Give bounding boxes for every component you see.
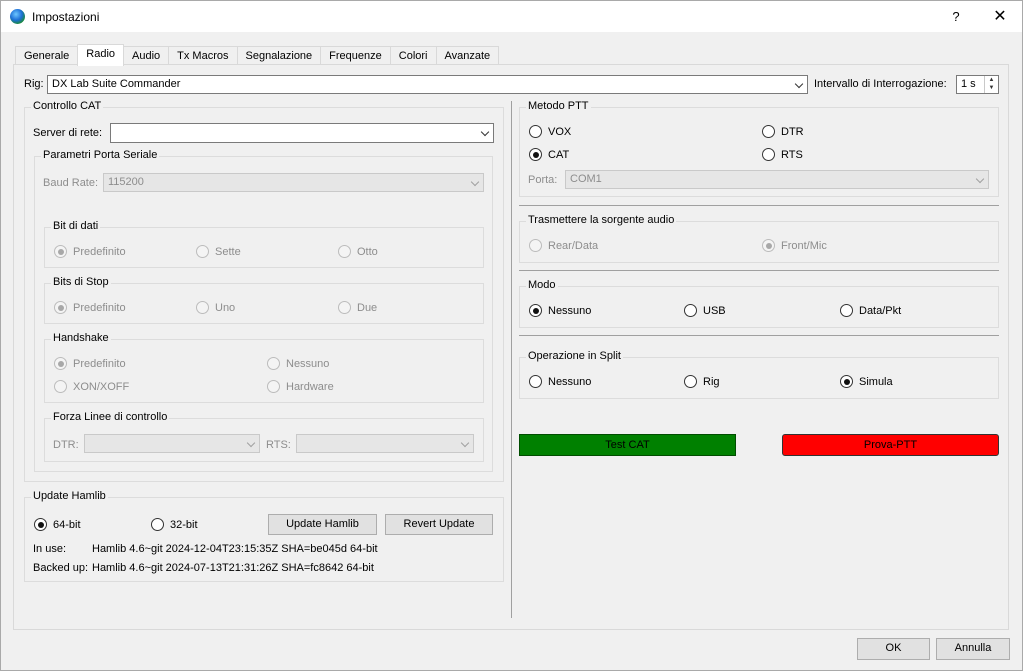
update-hamlib-button[interactable]: Update Hamlib	[268, 514, 377, 535]
window-title: Impostazioni	[32, 10, 100, 24]
spin-arrows[interactable]: ▲ ▼	[984, 76, 998, 93]
separator-3	[519, 335, 999, 336]
hamlib-64bit-radio[interactable]: 64-bit	[34, 518, 81, 531]
spin-down-icon[interactable]: ▼	[985, 84, 998, 92]
audio-rear-data-radio[interactable]: Rear/Data	[529, 239, 598, 252]
mode-usb-radio[interactable]: USB	[684, 304, 726, 317]
chevron-down-icon	[480, 124, 490, 141]
split-operation-title: Operazione in Split	[526, 350, 623, 362]
rig-value: DX Lab Suite Commander	[52, 78, 181, 90]
in-use-label: In use:	[33, 543, 67, 555]
rts-label: RTS:	[266, 439, 291, 451]
ptt-port-value: COM1	[570, 173, 602, 185]
title-bar: Impostazioni ? ✕	[1, 1, 1022, 32]
handshake-none-radio[interactable]: Nessuno	[267, 357, 329, 370]
network-server-combo[interactable]	[110, 123, 494, 143]
column-separator	[511, 101, 512, 618]
audio-front-mic-radio[interactable]: Front/Mic	[762, 239, 827, 252]
mode-data-pkt-radio[interactable]: Data/Pkt	[840, 304, 901, 317]
poll-interval-label: Intervallo di Interrogazione:	[814, 78, 947, 90]
baud-rate-select[interactable]: 115200	[103, 173, 484, 192]
split-simula-radio[interactable]: Simula	[840, 375, 893, 388]
mode-title: Modo	[526, 279, 558, 291]
data-bits-eight-radio[interactable]: Otto	[338, 245, 378, 258]
dtr-label: DTR:	[53, 439, 79, 451]
stop-bits-title: Bits di Stop	[51, 276, 111, 288]
split-none-radio[interactable]: Nessuno	[529, 375, 591, 388]
ptt-vox-radio[interactable]: VOX	[529, 125, 571, 138]
tab-avanzate[interactable]: Avanzate	[435, 46, 500, 66]
chevron-down-icon	[975, 171, 985, 188]
data-bits-seven-radio[interactable]: Sette	[196, 245, 241, 258]
baud-rate-value: 115200	[108, 176, 144, 188]
cat-control-title: Controllo CAT	[31, 100, 104, 112]
poll-interval-spinbox[interactable]: 1 s ▲ ▼	[956, 75, 999, 94]
stop-bits-default-radio[interactable]: Predefinito	[54, 301, 126, 314]
split-rig-radio[interactable]: Rig	[684, 375, 720, 388]
ptt-port-select[interactable]: COM1	[565, 170, 989, 189]
chevron-down-icon	[460, 435, 470, 452]
data-bits-default-radio[interactable]: Predefinito	[54, 245, 126, 258]
tab-colori[interactable]: Colori	[389, 46, 437, 66]
server-label: Server di rete:	[33, 127, 103, 139]
mode-none-radio[interactable]: Nessuno	[529, 304, 591, 317]
in-use-value: Hamlib 4.6~git 2024-12-04T23:15:35Z SHA=…	[92, 543, 378, 555]
stop-bits-two-radio[interactable]: Due	[338, 301, 377, 314]
ptt-method-title: Metodo PTT	[526, 100, 591, 112]
force-lines-title: Forza Linee di controllo	[51, 411, 170, 423]
stop-bits-one-radio[interactable]: Uno	[196, 301, 235, 314]
tab-generale[interactable]: Generale	[15, 46, 79, 66]
tab-frequenze[interactable]: Frequenze	[320, 46, 391, 66]
chevron-down-icon	[794, 76, 804, 93]
close-button[interactable]: ✕	[985, 5, 1015, 29]
ptt-rts-radio[interactable]: RTS	[762, 148, 803, 161]
ok-button[interactable]: OK	[857, 638, 930, 660]
ptt-dtr-radio[interactable]: DTR	[762, 125, 804, 138]
chevron-down-icon	[470, 174, 480, 191]
cancel-button[interactable]: Annulla	[936, 638, 1010, 660]
handshake-hardware-radio[interactable]: Hardware	[267, 380, 334, 393]
rig-label: Rig:	[24, 78, 44, 90]
handshake-default-radio[interactable]: Predefinito	[54, 357, 126, 370]
settings-dialog: Impostazioni ? ✕ Generale Radio Audio Tx…	[0, 0, 1023, 671]
separator-2	[519, 270, 999, 271]
tab-radio[interactable]: Radio	[77, 44, 125, 66]
separator-1	[519, 205, 999, 206]
hamlib-32bit-radio[interactable]: 32-bit	[151, 518, 198, 531]
ptt-port-label: Porta:	[528, 174, 558, 186]
baud-rate-label: Baud Rate:	[43, 177, 99, 189]
test-ptt-button[interactable]: Prova-PTT	[782, 434, 999, 456]
rig-select[interactable]: DX Lab Suite Commander	[47, 75, 808, 94]
hamlib-update-title: Update Hamlib	[31, 490, 108, 502]
backed-up-label: Backed up:	[33, 562, 89, 574]
handshake-group: Handshake	[44, 332, 484, 403]
chevron-down-icon	[246, 435, 256, 452]
data-bits-title: Bit di dati	[51, 220, 101, 232]
help-button[interactable]: ?	[941, 5, 971, 29]
app-globe-icon	[10, 9, 25, 24]
tab-segnalazione[interactable]: Segnalazione	[236, 46, 322, 66]
test-cat-button[interactable]: Test CAT	[519, 434, 736, 456]
spin-up-icon[interactable]: ▲	[985, 76, 998, 84]
handshake-title: Handshake	[51, 332, 111, 344]
audio-source-title: Trasmettere la sorgente audio	[526, 214, 677, 226]
tab-bar: Generale Radio Audio Tx Macros Segnalazi…	[15, 44, 500, 66]
ptt-cat-radio[interactable]: CAT	[529, 148, 569, 161]
serial-port-title: Parametri Porta Seriale	[41, 149, 160, 161]
rts-select[interactable]	[296, 434, 474, 453]
tab-tx-macros[interactable]: Tx Macros	[168, 46, 238, 66]
handshake-xonxoff-radio[interactable]: XON/XOFF	[54, 380, 129, 393]
poll-interval-value: 1 s	[961, 78, 976, 90]
tab-audio[interactable]: Audio	[123, 46, 170, 66]
dtr-select[interactable]	[84, 434, 260, 453]
backed-up-value: Hamlib 4.6~git 2024-07-13T21:31:26Z SHA=…	[92, 562, 374, 574]
revert-update-button[interactable]: Revert Update	[385, 514, 493, 535]
